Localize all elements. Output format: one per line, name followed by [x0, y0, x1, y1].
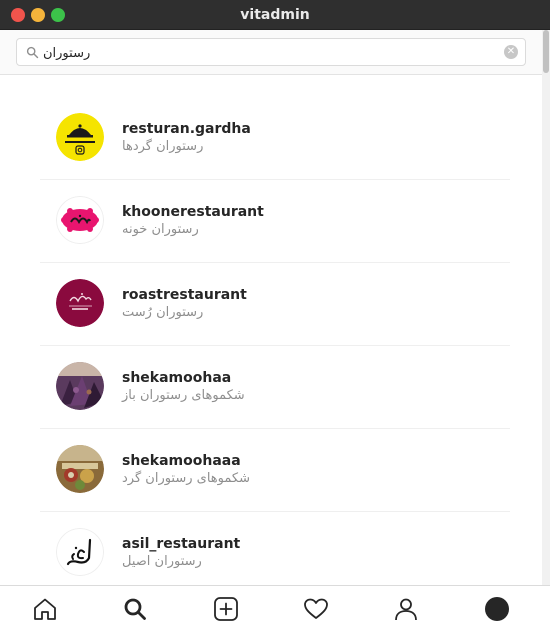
title-bar: vitadmin: [0, 0, 550, 30]
scrollbar[interactable]: [542, 30, 550, 585]
result-row-resturan-gardha[interactable]: resturan.gardha رستوران گردها: [40, 97, 510, 180]
restaurant-cloche-logo-icon: [56, 113, 104, 161]
new-post-icon[interactable]: [213, 596, 239, 622]
result-username: resturan.gardha: [122, 121, 251, 137]
clear-search-icon[interactable]: ✕: [504, 45, 518, 59]
profile-icon[interactable]: [393, 596, 419, 622]
result-full-name: رستوران اصیل: [122, 554, 202, 569]
result-username: shekamoohaaa: [122, 453, 241, 469]
result-row-khoonerestaurant[interactable]: khoonerestaurant رستوران خونه: [40, 180, 510, 263]
result-username: roastrestaurant: [122, 287, 247, 303]
home-icon[interactable]: [32, 596, 58, 622]
profile-avatar[interactable]: [484, 596, 510, 622]
search-box[interactable]: ✕: [16, 38, 526, 66]
food-photo-icon: [56, 445, 104, 493]
food-photo-icon: [56, 362, 104, 410]
result-full-name: شکموهای رستوران گرد: [122, 471, 250, 486]
search-icon: [26, 46, 39, 59]
result-full-name: رستوران خونه: [122, 222, 199, 237]
result-row-asil-restaurant[interactable]: asil_restaurant رستوران اصیل: [40, 512, 510, 595]
search-icon[interactable]: [122, 596, 148, 622]
search-results-list: resturan.gardha رستوران گردها khoonerest…: [40, 97, 510, 595]
result-full-name: شکموهای رستوران باز: [122, 388, 245, 403]
result-username: khoonerestaurant: [122, 204, 264, 220]
activity-heart-icon[interactable]: [303, 596, 329, 622]
roast-logo-icon: [56, 279, 104, 327]
asil-calligraphy-logo-icon: [56, 528, 104, 576]
result-username: asil_restaurant: [122, 536, 241, 552]
window-title: vitadmin: [240, 7, 310, 23]
search-input[interactable]: [43, 43, 483, 63]
result-row-roastrestaurant[interactable]: roastrestaurant رستوران رُست: [40, 263, 510, 346]
bottom-navigation: [0, 585, 550, 630]
scrollbar-thumb[interactable]: [543, 30, 549, 73]
khooneh-logo-icon: [56, 196, 104, 244]
result-row-shekamoohaa[interactable]: shekamoohaa شکموهای رستوران باز: [40, 346, 510, 429]
result-full-name: رستوران گردها: [122, 139, 204, 154]
result-row-shekamoohaaa[interactable]: shekamoohaaa شکموهای رستوران گرد: [40, 429, 510, 512]
result-full-name: رستوران رُست: [122, 305, 204, 320]
search-bar: ✕: [0, 30, 550, 75]
result-username: shekamoohaa: [122, 370, 232, 386]
